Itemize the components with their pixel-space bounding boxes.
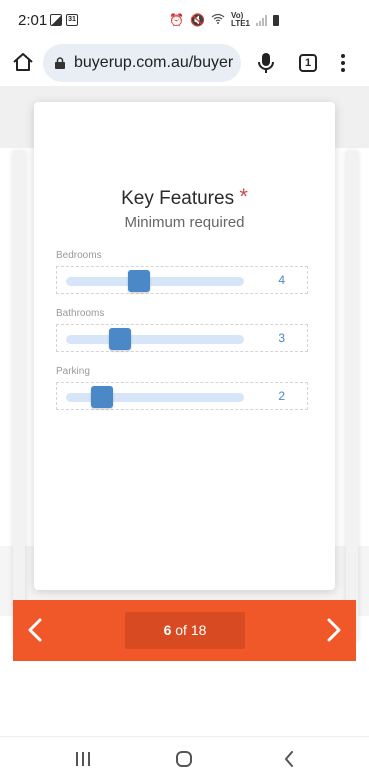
slider-bedrooms: Bedrooms 4 bbox=[56, 250, 310, 294]
home-icon[interactable] bbox=[12, 51, 34, 73]
card-subtitle: Minimum required bbox=[124, 214, 245, 231]
previous-card-edge bbox=[13, 151, 25, 641]
more-vertical-icon[interactable] bbox=[341, 54, 345, 72]
slider-value: 4 bbox=[278, 273, 285, 287]
network-indicator: Vo) LTE1 bbox=[231, 12, 250, 28]
calendar-icon: 31 bbox=[66, 14, 78, 26]
battery-icon bbox=[273, 14, 279, 26]
slider-track[interactable] bbox=[66, 335, 244, 344]
address-bar[interactable]: buyerup.com.au/buyer bbox=[43, 44, 241, 82]
question-counter: 6 of 18 bbox=[125, 612, 245, 649]
slider-container: 4 bbox=[56, 266, 308, 294]
slider-label: Parking bbox=[56, 366, 90, 377]
counter-current: 6 bbox=[163, 622, 172, 638]
wifi-icon bbox=[211, 13, 225, 27]
home-button-icon[interactable] bbox=[176, 751, 192, 767]
network-bottom: LTE1 bbox=[231, 19, 250, 28]
slider-label: Bedrooms bbox=[56, 250, 102, 261]
signal-icon bbox=[256, 14, 267, 26]
back-icon[interactable] bbox=[283, 751, 295, 767]
next-card-edge bbox=[346, 151, 358, 641]
card-title-text: Key Features bbox=[121, 188, 235, 209]
recents-icon[interactable] bbox=[76, 752, 90, 766]
counter-total: 18 bbox=[190, 622, 207, 638]
lock-icon bbox=[55, 57, 65, 69]
status-icons: ⏰ 🔇 Vo) LTE1 bbox=[169, 12, 279, 28]
microphone-icon[interactable] bbox=[258, 52, 274, 74]
page-content: Key Features * Minimum required Bedrooms… bbox=[0, 86, 369, 736]
question-navigation: 6 of 18 bbox=[13, 600, 356, 661]
mute-icon: 🔇 bbox=[190, 13, 206, 27]
alarm-icon: ⏰ bbox=[169, 13, 185, 27]
chevron-left-icon[interactable] bbox=[25, 617, 45, 643]
status-time: 2:01 bbox=[18, 12, 48, 29]
status-bar: 2:01 31 ⏰ 🔇 Vo) LTE1 bbox=[0, 0, 369, 40]
slider-label: Bathrooms bbox=[56, 308, 105, 319]
slider-thumb[interactable] bbox=[128, 270, 150, 292]
slider-value: 2 bbox=[278, 389, 285, 403]
card-title: Key Features * bbox=[34, 184, 335, 210]
slider-track[interactable] bbox=[66, 277, 244, 286]
slider-container: 2 bbox=[56, 382, 308, 410]
counter-separator: of bbox=[175, 622, 187, 638]
gallery-icon bbox=[50, 14, 62, 26]
chevron-right-icon[interactable] bbox=[324, 617, 344, 643]
url-text: buyerup.com.au/buyer bbox=[74, 54, 234, 71]
slider-thumb[interactable] bbox=[109, 328, 131, 350]
slider-container: 3 bbox=[56, 324, 308, 352]
required-asterisk: * bbox=[239, 184, 248, 209]
slider-bathrooms: Bathrooms 3 bbox=[56, 308, 310, 352]
slider-parking: Parking 2 bbox=[56, 366, 310, 410]
system-navigation-bar bbox=[0, 736, 369, 781]
browser-toolbar: buyerup.com.au/buyer 1 bbox=[0, 40, 369, 86]
tab-switcher-button[interactable]: 1 bbox=[299, 54, 317, 72]
slider-thumb[interactable] bbox=[91, 386, 113, 408]
slider-value: 3 bbox=[278, 331, 285, 345]
question-card: Key Features * Minimum required Bedrooms… bbox=[34, 102, 335, 590]
